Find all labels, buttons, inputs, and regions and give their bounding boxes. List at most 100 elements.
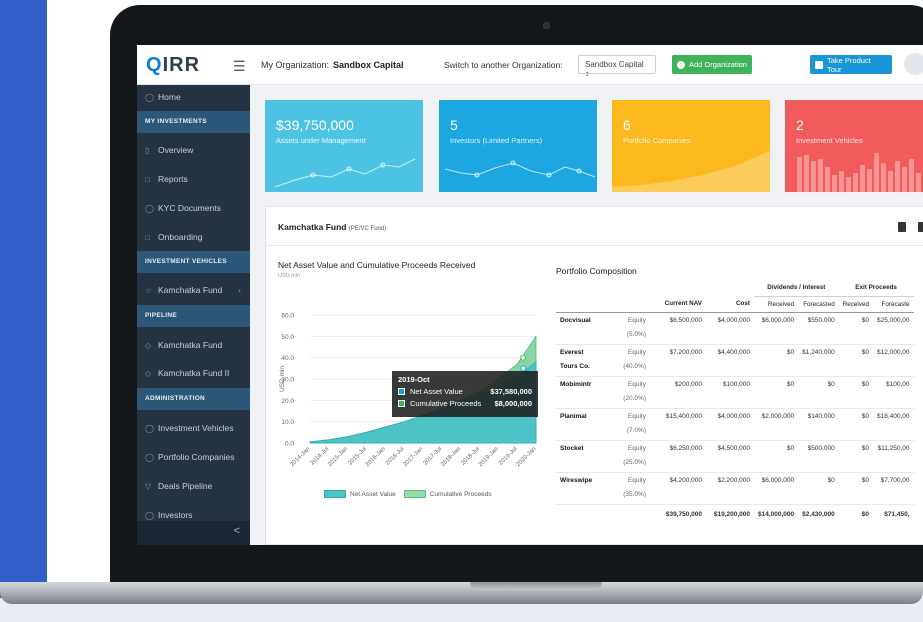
tooltip-label: Net Asset Value [410,387,463,396]
cell-investment-type: Equity [627,348,646,356]
cell-ownership-pct: (40.0%) [614,360,650,377]
table-row[interactable]: Docvisual Equity $6,500,000 $4,000,000 $6,00… [556,312,914,328]
cell-dividends-received: $0 [786,380,795,388]
cell-empty [706,456,754,473]
sidebar-item-reports[interactable]: □ Reports [137,167,250,192]
background-blue-panel [0,0,47,622]
sidebar-item-label: Kamchatka Fund [158,340,223,350]
sparkline-area [612,151,770,192]
cell-current-nav: $6,250,000 [669,444,702,452]
laptop-base [0,582,923,604]
sidebar-collapse-button[interactable]: < [137,521,250,545]
sidebar-header-administration: ADMINISTRATION [137,388,250,410]
cell-dividends-received: $0 [786,444,795,452]
fund-title: Kamchatka Fund (PE/VC Fund) [278,222,386,232]
sidebar-item-label: Onboarding [158,232,203,242]
table-row[interactable]: Wireswipe Equity $4,200,000 $2,200,000 $6,00… [556,472,914,488]
take-product-tour-button[interactable]: Take Product Tour [810,55,892,74]
cell-cost: $100,000 [722,380,750,388]
sidebar-item-pipeline-kamchatka-fund-ii[interactable]: ◇ Kamchatka Fund II [137,361,250,386]
sidebar-item-deals-pipeline[interactable]: ▽ Deals Pipeline [137,474,250,499]
cell-company-name-line2 [556,328,614,345]
kpi-card-portfolio-companies[interactable]: 6 Portfolio Companies [612,100,770,192]
sparkline-line [444,160,596,178]
cell-dividends-forecasted: $500,000 [807,444,835,452]
sidebar-item-overview[interactable]: ▯ Overview [137,138,250,163]
cell-current-nav: $4,200,000 [669,476,702,484]
portfolio-composition-title: Portfolio Composition [556,266,637,276]
sidebar-item-kamchatka-fund[interactable]: ☆ Kamchatka Fund ‹ [137,278,250,303]
kpi-card-investors[interactable]: 5 Investors (Limited Partners) [439,100,597,192]
kpi-value: $39,750,000 [276,117,354,133]
app-logo[interactable]: QIRR [146,54,200,77]
bar-chart-icon: ▯ [145,146,150,155]
cell-empty [798,456,839,473]
hamburger-menu-icon[interactable]: ☰ [233,58,246,75]
export-icon[interactable] [918,222,923,232]
sidebar-item-label: Reports [158,174,188,184]
sidebar-item-label: Investors [158,510,193,520]
tooltip-row-cp: Cumulative Proceeds $8,000,000 [398,399,532,408]
kpi-card-assets[interactable]: $39,750,000 Assets under Management [265,100,423,192]
cell-investment-type: Equity [627,316,646,324]
home-icon: ◯ [145,93,154,102]
sidebar-header-my-investments: MY INVESTMENTS [137,111,250,133]
cell-dividends-received: $2,000,000 [761,412,795,420]
table-row[interactable]: Planimal Equity $15,400,000 $4,000,000 $2,00… [556,408,914,424]
y-tick-label: 10.0 [281,419,294,426]
kpi-value: 2 [796,117,804,133]
legend-label-cp[interactable]: Cumulative Proceeds [430,491,492,498]
cell-exit-received: $0 [861,380,869,388]
organization-select[interactable]: Sandbox Capital ↕ [578,55,656,78]
x-tick-label: 2014-Jan [289,446,311,468]
plus-circle-icon [677,60,685,69]
tooltip-title: 2019-Oct [398,375,430,384]
sidebar-item-onboarding[interactable]: □ Onboarding [137,225,250,250]
tooltip-value: $8,000,000 [494,399,532,408]
cell-empty [556,503,614,524]
x-tick-label: 2019-Jan [478,446,500,468]
table-row[interactable]: Mobimintr Equity $200,000 $100,000 $0 $0 $0 $10… [556,376,914,392]
kpi-label: Investment Vehicles [796,136,863,145]
sidebar-item-label: Home [158,92,181,102]
cell-exit-forecasted: $11,250,00 [877,444,910,452]
sidebar-item-kyc-documents[interactable]: ◯ KYC Documents [137,196,250,221]
avatar[interactable] [904,53,923,75]
chevron-left-icon: ‹ [238,285,241,295]
cell-empty [754,456,799,473]
cell-empty [798,488,839,505]
cell-ownership-pct: (5.0%) [614,328,650,345]
table-row-sub: Tours Co. (40.0%) [556,360,914,377]
col-exit-forecasted: Forecaste [872,296,914,313]
chart-tooltip: 2019-Oct Net Asset Value $37,580,000 Cumu… [392,371,538,417]
add-organization-label: Add Organization [689,60,747,69]
app-screen: QIRR ☰ My Organization: Sandbox Capital … [137,45,923,545]
sidebar-item-pipeline-kamchatka-fund[interactable]: ◇ Kamchatka Fund [137,333,250,358]
sidebar-item-label: Investment Vehicles [158,423,234,433]
table-row-sub: (20.0%) [556,392,914,409]
cell-ownership-pct: (35.0%) [614,488,650,505]
cell-exit-received: $0 [861,412,869,420]
kpi-label: Assets under Management [276,136,366,145]
sidebar-item-portfolio-companies[interactable]: ◯ Portfolio Companies [137,445,250,470]
table-row-sub: (25.0%) [556,456,914,473]
y-tick-label: 20.0 [281,398,294,405]
cell-empty [872,328,914,345]
sidebar-item-investment-vehicles[interactable]: ◯ Investment Vehicles [137,416,250,441]
table-row[interactable]: Everest Equity $7,200,000 $4,400,000 $0 $1,24… [556,344,914,360]
sidebar-item-label: Deals Pipeline [158,481,213,491]
logo-mark: Q [146,54,163,76]
cell-empty [754,328,799,345]
cell-dividends-received: $6,000,000 [761,316,795,324]
y-tick-label: 0.0 [285,441,294,448]
cell-empty [838,456,873,473]
legend-label-nav[interactable]: Net Asset Value [350,491,396,498]
table-row[interactable]: Stocket Equity $6,250,000 $4,500,000 $0 $500,… [556,440,914,456]
table-group-header: Dividends / Interest Exit Proceeds [556,280,914,297]
cell-empty [650,488,706,505]
kpi-card-investment-vehicles[interactable]: 2 Investment Vehicles [785,100,923,192]
pdf-download-icon[interactable] [898,222,906,232]
add-organization-button[interactable]: Add Organization [672,55,752,74]
tooltip-value: $37,580,000 [490,387,532,396]
sidebar-item-home[interactable]: ◯ Home [137,85,250,110]
